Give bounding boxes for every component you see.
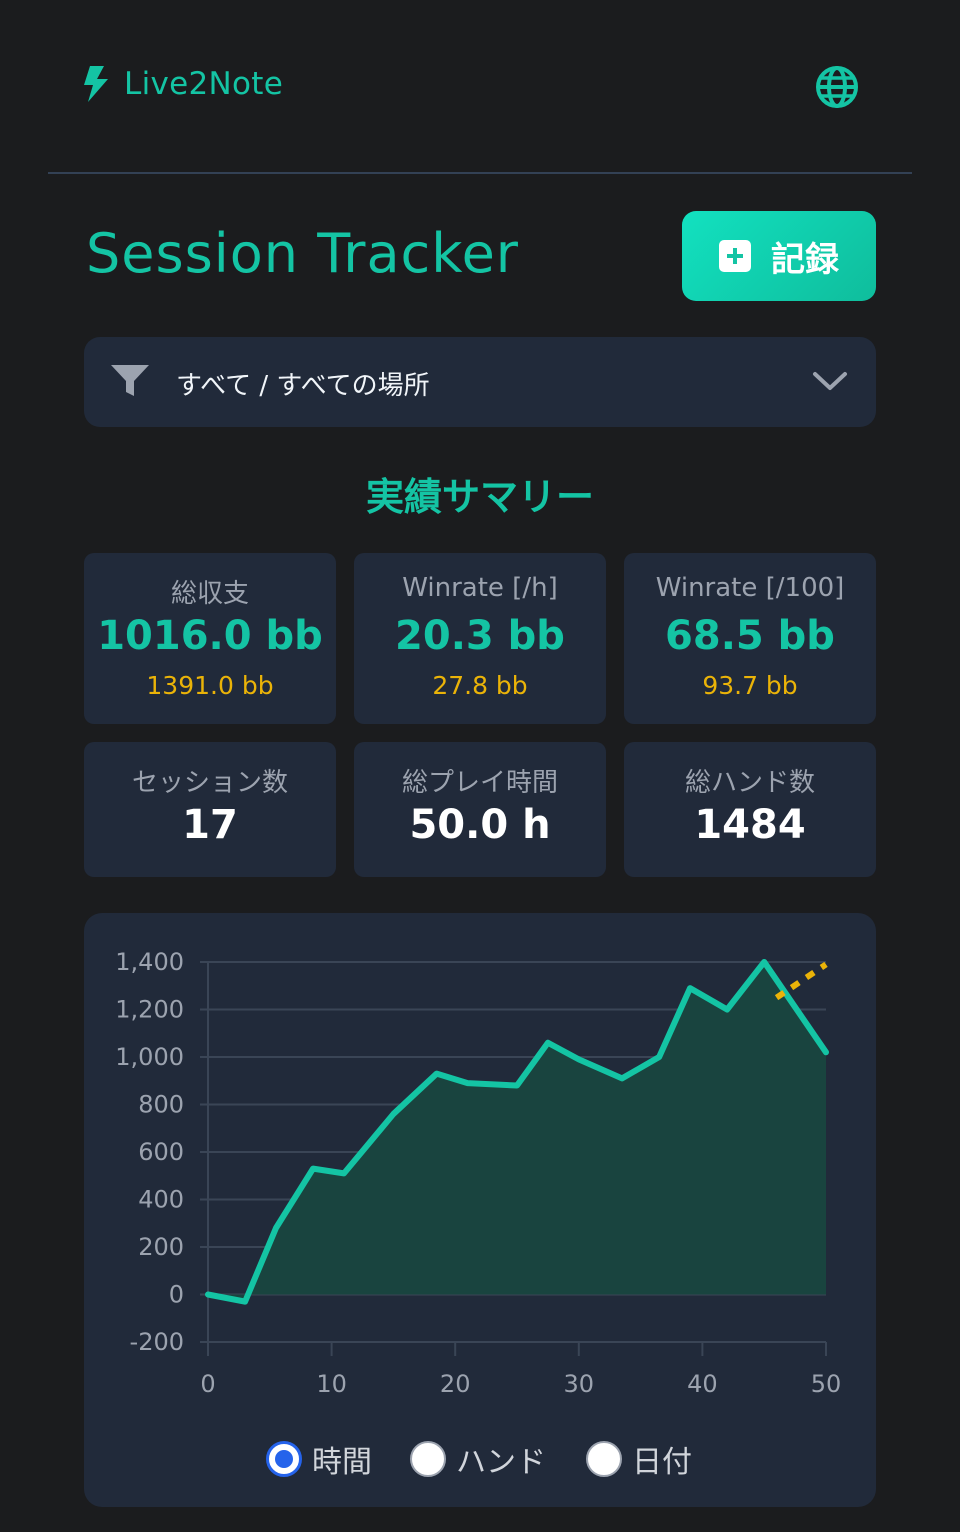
winrate-100-card: Winrate [/100] 68.5 bb 93.7 bb — [624, 553, 876, 724]
lightning-bolt-icon — [84, 66, 108, 102]
card-subvalue: 27.8 bb — [432, 671, 528, 700]
radio-x-axis-time[interactable]: 時間 — [266, 1437, 372, 1481]
card-value: 1016.0 bb — [97, 613, 323, 659]
card-label: Winrate [/100] — [655, 573, 845, 603]
hand-count-card: 総ハンド数 1484 — [624, 742, 876, 877]
filter-select[interactable]: すべて / すべての場所 — [84, 337, 876, 427]
card-value: 68.5 bb — [665, 613, 835, 659]
page-title: Session Tracker — [86, 222, 519, 285]
radio-x-axis-hands[interactable]: ハンド — [410, 1437, 546, 1481]
card-label: 総プレイ時間 — [401, 768, 558, 798]
card-value: 20.3 bb — [395, 613, 565, 659]
app-root: Live2Note Session Tracker 記録 すべて / すべての場… — [0, 0, 960, 1532]
x-tick-label: 50 — [811, 1370, 842, 1398]
y-tick-label: 1,000 — [115, 1043, 184, 1071]
card-subvalue: 1391.0 bb — [146, 671, 274, 700]
card-subvalue: 93.7 bb — [702, 671, 798, 700]
radio-circle — [266, 1441, 302, 1477]
radio-label: 時間 — [312, 1445, 372, 1480]
y-tick-label: 1,400 — [115, 948, 184, 976]
x-tick-label: 10 — [316, 1370, 347, 1398]
y-tick-label: 200 — [138, 1233, 184, 1261]
session-count-card: セッション数 17 — [84, 742, 336, 877]
radio-label: 日付 — [632, 1445, 692, 1480]
winrate-hour-card: Winrate [/h] 20.3 bb 27.8 bb — [354, 553, 606, 724]
card-label: Winrate [/h] — [402, 573, 558, 603]
header: Live2Note — [48, 0, 912, 174]
y-tick-label: 1,200 — [115, 996, 184, 1024]
radio-circle — [410, 1441, 446, 1477]
card-label: 総ハンド数 — [684, 768, 815, 798]
profit-chart-panel: 1,400 1,200 1,000 800 600 400 200 0 -200 0 10 20 30 4… — [84, 913, 876, 1507]
card-label: 総収支 — [170, 579, 249, 609]
radio-circle — [586, 1441, 622, 1477]
card-value: 1484 — [694, 802, 806, 848]
x-tick-label: 0 — [200, 1370, 215, 1398]
x-tick-label: 40 — [687, 1370, 718, 1398]
y-tick-label: 600 — [138, 1138, 184, 1166]
chevron-down-icon — [813, 372, 847, 390]
y-tick-label: 0 — [169, 1281, 184, 1309]
y-tick-label: -200 — [130, 1328, 184, 1356]
y-tick-label: 800 — [138, 1091, 184, 1119]
play-time-card: 総プレイ時間 50.0 h — [354, 742, 606, 877]
radio-x-axis-date[interactable]: 日付 — [586, 1437, 692, 1481]
series-dashed-line — [774, 961, 828, 1001]
y-tick-label: 400 — [138, 1186, 184, 1214]
card-label: セッション数 — [131, 768, 288, 798]
x-tick-label: 20 — [440, 1370, 471, 1398]
radio-label: ハンド — [456, 1445, 546, 1480]
brand-link[interactable]: Live2Note — [82, 66, 283, 102]
card-value: 17 — [182, 802, 238, 848]
x-tick-label: 30 — [564, 1370, 595, 1398]
series-area — [208, 962, 826, 1302]
brand-name: Live2Note — [124, 66, 284, 102]
total-profit-card: 総収支 1016.0 bb 1391.0 bb — [84, 553, 336, 724]
record-button-label: 記録 — [771, 239, 839, 280]
filter-icon — [111, 365, 149, 396]
plus-square-icon — [719, 240, 751, 272]
record-button[interactable]: 記録 — [682, 211, 876, 301]
summary-title: 実績サマリー — [365, 475, 594, 519]
card-value: 50.0 h — [409, 802, 551, 848]
globe-icon[interactable] — [816, 66, 858, 108]
filter-value: すべて / すべての場所 — [176, 371, 430, 401]
profit-chart: 1,400 1,200 1,000 800 600 400 200 0 -200 0 10 20 30 4… — [115, 948, 842, 1398]
